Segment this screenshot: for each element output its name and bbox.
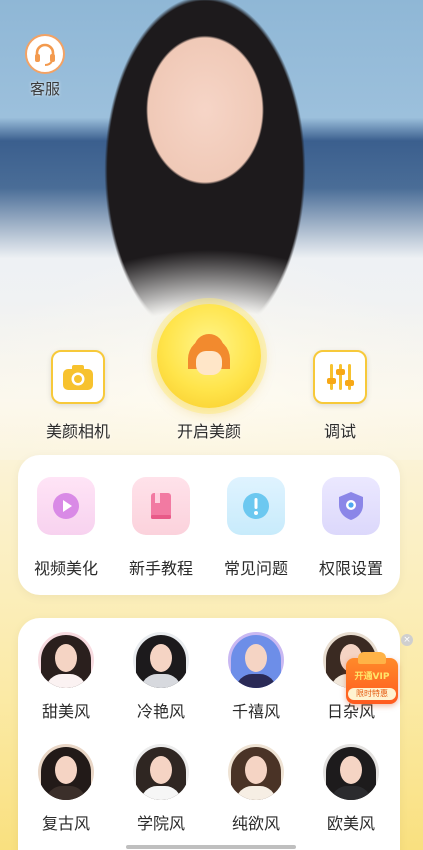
- feature-label: 常见问题: [223, 559, 288, 578]
- feature-permissions[interactable]: 权限设置: [308, 477, 394, 579]
- headset-icon: [25, 34, 65, 74]
- style-label: 冷艳风: [136, 702, 185, 721]
- style-cool[interactable]: 冷艳风: [121, 632, 201, 722]
- adjust-button[interactable]: 调试: [297, 350, 383, 442]
- style-western[interactable]: 欧美风: [311, 744, 391, 834]
- shield-icon: [322, 477, 380, 535]
- exclamation-icon: [227, 477, 285, 535]
- style-academy[interactable]: 学院风: [121, 744, 201, 834]
- feature-label: 权限设置: [318, 559, 383, 578]
- avatar: [323, 744, 379, 800]
- avatar: [228, 632, 284, 688]
- close-icon[interactable]: ×: [401, 634, 413, 646]
- style-sweet[interactable]: 甜美风: [26, 632, 106, 722]
- avatar: [133, 632, 189, 688]
- adjust-label: 调试: [323, 422, 356, 441]
- play-icon: [37, 477, 95, 535]
- book-icon: [132, 477, 190, 535]
- feature-tutorial[interactable]: 新手教程: [118, 477, 204, 579]
- beauty-camera-button[interactable]: 美颜相机: [35, 350, 121, 442]
- style-pure[interactable]: 纯欲风: [216, 744, 296, 834]
- style-label: 学院风: [136, 814, 185, 833]
- vip-subtitle: 限时特惠: [348, 688, 396, 700]
- style-label: 纯欲风: [231, 814, 280, 833]
- feature-label: 新手教程: [128, 559, 193, 578]
- style-retro[interactable]: 复古风: [26, 744, 106, 834]
- avatar: [38, 632, 94, 688]
- style-label: 欧美风: [326, 814, 375, 833]
- feature-video-beautify[interactable]: 视频美化: [23, 477, 109, 579]
- vip-title: 开通VIP: [354, 672, 390, 682]
- style-label: 复古风: [41, 814, 90, 833]
- feature-label: 视频美化: [33, 559, 98, 578]
- beauty-camera-label: 美颜相机: [45, 422, 110, 441]
- avatar: [228, 744, 284, 800]
- avatar: [38, 744, 94, 800]
- feature-card: 视频美化 新手教程 常见问题 权限设置: [18, 455, 400, 595]
- customer-service-button[interactable]: 客服: [22, 34, 68, 99]
- vip-promo-badge[interactable]: 开通VIP 限时特惠: [346, 652, 398, 704]
- start-beauty-button[interactable]: 开启美颜: [150, 304, 268, 442]
- feature-faq[interactable]: 常见问题: [213, 477, 299, 579]
- customer-service-label: 客服: [29, 80, 60, 98]
- style-label: 千禧风: [231, 702, 280, 721]
- style-y2k[interactable]: 千禧风: [216, 632, 296, 722]
- face-icon: [157, 304, 261, 408]
- style-label: 甜美风: [41, 702, 90, 721]
- camera-icon: [51, 350, 105, 404]
- start-beauty-label: 开启美颜: [176, 422, 241, 441]
- home-indicator: [126, 845, 296, 849]
- style-grid: 甜美风 冷艳风 千禧风 日杂风 复古风 学院风 纯欲风 欧美风: [18, 618, 400, 850]
- avatar: [133, 744, 189, 800]
- sliders-icon: [313, 350, 367, 404]
- gift-lid-icon: [358, 652, 386, 664]
